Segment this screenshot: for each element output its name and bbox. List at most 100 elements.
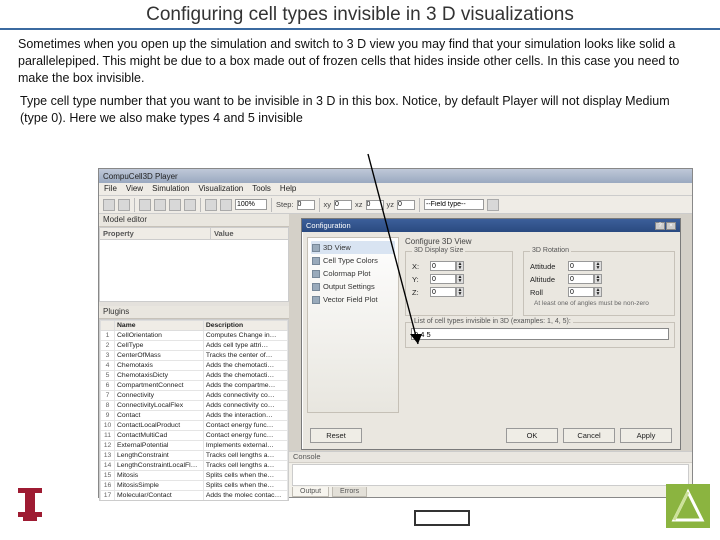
plugin-row[interactable]: 9ContactAdds the interaction… bbox=[101, 411, 288, 421]
x-spinner[interactable]: ▲▼ bbox=[456, 261, 464, 271]
plugin-row[interactable]: 7ConnectivityAdds connectivity co… bbox=[101, 391, 288, 401]
altitude-field[interactable] bbox=[568, 274, 594, 284]
plugin-row[interactable]: 14LengthConstraintLocalFl…Tracks cell le… bbox=[101, 461, 288, 471]
nav-cell-colors[interactable]: Cell Type Colors bbox=[311, 254, 395, 267]
step-icon[interactable] bbox=[154, 199, 166, 211]
altitude-spinner[interactable]: ▲▼ bbox=[594, 274, 602, 284]
ok-button[interactable]: OK bbox=[506, 428, 558, 443]
field-type-combo[interactable] bbox=[424, 199, 484, 210]
menu-visualization[interactable]: Visualization bbox=[198, 184, 243, 194]
menubar[interactable]: File View Simulation Visualization Tools… bbox=[99, 183, 692, 196]
apply-button[interactable]: Apply bbox=[620, 428, 672, 443]
dialog-titlebar[interactable]: Configuration ?× bbox=[302, 219, 680, 232]
dialog-main-title: Configure 3D View bbox=[405, 237, 675, 246]
dialog-main: Configure 3D View 3D Display Size X:▲▼ Y… bbox=[405, 237, 675, 413]
save-icon[interactable] bbox=[118, 199, 130, 211]
zoom-field[interactable] bbox=[235, 199, 267, 210]
intro-paragraph-2: Type cell type number that you want to b… bbox=[20, 93, 680, 127]
zoom-out-icon[interactable] bbox=[220, 199, 232, 211]
disk-icon bbox=[312, 283, 320, 291]
menu-file[interactable]: File bbox=[104, 184, 117, 194]
stop-icon[interactable] bbox=[184, 199, 196, 211]
menu-simulation[interactable]: Simulation bbox=[152, 184, 189, 194]
plugin-row[interactable]: 15MitosisSplits cells when the… bbox=[101, 471, 288, 481]
step-field[interactable] bbox=[297, 200, 315, 210]
config-dialog: Configuration ?× 3D View Cell Type Color… bbox=[301, 218, 681, 450]
camera-icon[interactable] bbox=[487, 199, 499, 211]
plugin-row[interactable]: 17Molecular/ContactAdds the molec contac… bbox=[101, 491, 288, 501]
plugin-row[interactable]: 18NeighborStickTracks the center of… bbox=[101, 501, 288, 502]
dialog-close-icon[interactable]: × bbox=[666, 222, 676, 230]
roll-label: Roll bbox=[530, 288, 564, 297]
plugin-row[interactable]: 13LengthConstraintTracks cell lengths a… bbox=[101, 451, 288, 461]
menu-view[interactable]: View bbox=[126, 184, 143, 194]
rotation-group: 3D Rotation Attitude▲▼ Altitude▲▼ Roll▲▼… bbox=[523, 251, 675, 316]
property-body bbox=[99, 240, 289, 302]
pause-icon[interactable] bbox=[169, 199, 181, 211]
yz-label: yz bbox=[387, 200, 395, 209]
attitude-field[interactable] bbox=[568, 261, 594, 271]
nav-output[interactable]: Output Settings bbox=[311, 280, 395, 293]
menu-help[interactable]: Help bbox=[280, 184, 296, 194]
nav-colormap[interactable]: Colormap Plot bbox=[311, 267, 395, 280]
y-spinner[interactable]: ▲▼ bbox=[456, 274, 464, 284]
plugin-row[interactable]: 12ExternalPotentialImplements external… bbox=[101, 441, 288, 451]
plugins-header: Plugins bbox=[99, 306, 289, 319]
iu-logo bbox=[8, 482, 52, 526]
app-screenshot: CompuCell3D Player File View Simulation … bbox=[98, 168, 693, 498]
plugin-row[interactable]: 6CompartmentConnectAdds the compartme… bbox=[101, 381, 288, 391]
zoom-in-icon[interactable] bbox=[205, 199, 217, 211]
plugin-row[interactable]: 4ChemotaxisAdds the chemotacti… bbox=[101, 361, 288, 371]
altitude-label: Altitude bbox=[530, 275, 564, 284]
dialog-title: Configuration bbox=[306, 221, 351, 230]
prop-col-value: Value bbox=[210, 228, 288, 240]
display-size-group: 3D Display Size X:▲▼ Y:▲▼ Z:▲▼ bbox=[405, 251, 513, 316]
dialog-help-icon[interactable]: ? bbox=[655, 222, 665, 230]
plugin-row[interactable]: 8ConnectivityLocalFlexAdds connectivity … bbox=[101, 401, 288, 411]
dialog-nav[interactable]: 3D View Cell Type Colors Colormap Plot O… bbox=[307, 237, 399, 413]
step-label: Step: bbox=[276, 200, 294, 209]
console-header: Console bbox=[289, 452, 692, 463]
property-table: PropertyValue bbox=[99, 227, 289, 240]
nav-vector[interactable]: Vector Field Plot bbox=[311, 293, 395, 306]
plugins-panel: Plugins NameDescription 1CellOrientation… bbox=[99, 306, 289, 501]
open-icon[interactable] bbox=[103, 199, 115, 211]
plugin-row[interactable]: 11ContactMultiCadContact energy func… bbox=[101, 431, 288, 441]
cancel-button[interactable]: Cancel bbox=[563, 428, 615, 443]
left-column: Model editor PropertyValue Plugins NameD… bbox=[99, 214, 289, 497]
roll-spinner[interactable]: ▲▼ bbox=[594, 287, 602, 297]
nav-3d-view[interactable]: 3D View bbox=[311, 241, 395, 254]
toolbar: Step: xy xz yz bbox=[99, 196, 692, 214]
x-label: X: bbox=[412, 262, 426, 271]
attitude-label: Attitude bbox=[530, 262, 564, 271]
reset-button[interactable]: Reset bbox=[310, 428, 362, 443]
attitude-spinner[interactable]: ▲▼ bbox=[594, 261, 602, 271]
x-field[interactable] bbox=[430, 261, 456, 271]
plugin-list[interactable]: NameDescription 1CellOrientationComputes… bbox=[99, 319, 289, 501]
z-spinner[interactable]: ▲▼ bbox=[456, 287, 464, 297]
app-window: CompuCell3D Player File View Simulation … bbox=[98, 168, 693, 498]
xy-field[interactable] bbox=[334, 200, 352, 210]
invisible-types-input[interactable] bbox=[411, 328, 669, 340]
plugin-row[interactable]: 3CenterOfMassTracks the center of… bbox=[101, 351, 288, 361]
errors-tab[interactable]: Errors bbox=[332, 487, 367, 497]
y-field[interactable] bbox=[430, 274, 456, 284]
output-tab[interactable]: Output bbox=[292, 487, 329, 497]
xz-field[interactable] bbox=[366, 200, 384, 210]
play-icon[interactable] bbox=[139, 199, 151, 211]
model-editor-header: Model editor bbox=[99, 214, 289, 227]
prop-col-property: Property bbox=[100, 228, 211, 240]
plugin-row[interactable]: 5ChemotaxisDictyAdds the chemotacti… bbox=[101, 371, 288, 381]
plugin-row[interactable]: 1CellOrientationComputes Change in… bbox=[101, 331, 288, 341]
z-field[interactable] bbox=[430, 287, 456, 297]
gradient-icon bbox=[312, 270, 320, 278]
menu-tools[interactable]: Tools bbox=[252, 184, 271, 194]
plugin-row[interactable]: 16MitosisSimpleSplits cells when the… bbox=[101, 481, 288, 491]
plugin-row[interactable]: 10ContactLocalProductContact energy func… bbox=[101, 421, 288, 431]
rot-group-title: 3D Rotation bbox=[530, 247, 571, 254]
intro-paragraph-1: Sometimes when you open up the simulatio… bbox=[18, 36, 702, 87]
dialog-buttons: Reset OK Cancel Apply bbox=[310, 428, 672, 443]
yz-field[interactable] bbox=[397, 200, 415, 210]
plugin-row[interactable]: 2CellTypeAdds cell type attri… bbox=[101, 341, 288, 351]
roll-field[interactable] bbox=[568, 287, 594, 297]
